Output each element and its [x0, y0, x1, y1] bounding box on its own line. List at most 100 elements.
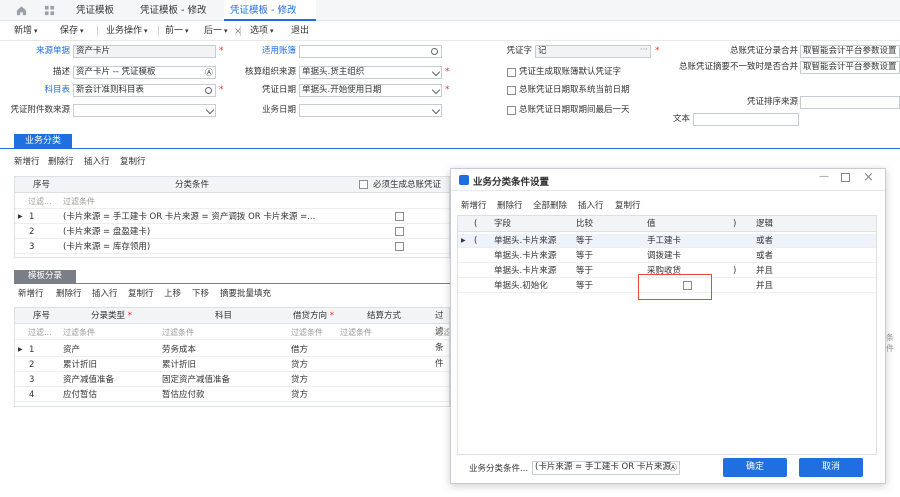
s1-insert-row-button[interactable]: 插入行 — [84, 155, 110, 169]
filter-row: 过滤... 过滤条件 过滤条件 过滤条件 过滤条件 过滤条件 — [15, 326, 449, 340]
source-field[interactable]: 资产卡片 — [73, 45, 216, 58]
table-row[interactable]: 3 资产减值准备 固定资产减值准备 贷方 — [15, 373, 449, 387]
chevron-down-icon[interactable] — [431, 85, 441, 95]
s2-delete-row-button[interactable]: 删除行 — [56, 287, 82, 301]
s1-delete-row-button[interactable]: 删除行 — [48, 155, 74, 169]
voucher-date-select[interactable]: 单据头.开始使用日期 — [299, 84, 442, 97]
row-value: 手工建卡 — [647, 236, 682, 246]
default-voucher-word-checkbox[interactable] — [507, 68, 516, 77]
dlg-delete-all-button[interactable]: 全部删除 — [533, 199, 567, 213]
row-rparen: ) — [733, 266, 737, 276]
new-button[interactable]: 新增 ▾ — [14, 21, 38, 41]
table-row[interactable]: 2 累计折旧 累计折旧 贷方 — [15, 358, 449, 372]
gl-merge-select[interactable]: 取智能会计平台参数设置 — [800, 45, 900, 58]
confirm-button[interactable]: 确定 — [723, 458, 787, 477]
business-ops-button[interactable]: 业务操作 ▾ — [106, 21, 148, 41]
chevron-down-icon[interactable] — [431, 67, 441, 77]
business-date-select[interactable] — [299, 104, 442, 117]
filter-cond[interactable]: 过滤条件 — [63, 195, 95, 208]
dlg-delete-row-button[interactable]: 删除行 — [497, 199, 523, 213]
chevron-down-icon[interactable] — [205, 105, 215, 115]
table-row[interactable]: 4 应付暂估 暂估应付款 贷方 — [15, 388, 449, 402]
search-icon[interactable] — [205, 87, 212, 94]
prev-button[interactable]: 前一 ▾ — [165, 21, 189, 41]
voucher-word-label: 凭证字 — [506, 46, 532, 56]
filter-settle[interactable]: 过滤条件 — [340, 326, 372, 339]
next-button[interactable]: 后一 ▾ — [204, 21, 228, 41]
table-row[interactable]: 单据头.卡片来源 等于 调拨建卡 或者 — [458, 249, 876, 263]
table-row[interactable]: ▶ ( 单据头.卡片来源 等于 手工建卡 或者 — [458, 234, 876, 248]
row-seq: 4 — [29, 390, 35, 400]
voucher-word-field[interactable]: 记 ··· — [535, 45, 651, 58]
exit-button[interactable]: 退出 — [291, 21, 309, 41]
row-seq: 1 — [29, 212, 35, 222]
multilang-icon[interactable]: Ⓐ — [205, 67, 213, 78]
filter-dir[interactable]: 过滤条件 — [291, 326, 323, 339]
footer-condition-value: (卡片来源 = 手工建卡 OR 卡片来源 — [535, 462, 671, 472]
filter-subject[interactable]: 过滤条件 — [162, 326, 194, 339]
dlg-add-row-button[interactable]: 新增行 — [461, 199, 487, 213]
period-last-day-checkbox[interactable] — [507, 106, 516, 115]
footer-condition-field[interactable]: (卡片来源 = 手工建卡 OR 卡片来源 Ⓐ — [532, 461, 680, 475]
row-must-checkbox[interactable] — [395, 242, 404, 251]
filter-seq[interactable]: 过滤... — [28, 326, 52, 339]
template-entries-tab[interactable]: 模板分录 — [14, 270, 76, 283]
close-icon[interactable]: × — [863, 170, 874, 185]
move-down-button[interactable]: 下移 — [192, 287, 209, 301]
dlg-copy-row-button[interactable]: 复制行 — [615, 199, 641, 213]
acct-org-select[interactable]: 单据头.货主组织 — [299, 66, 442, 79]
filter-type[interactable]: 过滤条件 — [63, 326, 95, 339]
maximize-icon[interactable] — [841, 173, 850, 182]
filter-seq[interactable]: 过滤... — [28, 195, 52, 208]
table-row[interactable]: 3 (卡片来源 = 库存领用) — [15, 240, 449, 254]
batch-fill-summary-button[interactable]: 摘要批量填充 — [220, 287, 271, 301]
gl-diff-select[interactable]: 取智能会计平台参数设置 — [800, 61, 900, 74]
save-button[interactable]: 保存 ▾ — [60, 21, 84, 41]
overflow-filter-text: 条件 — [886, 333, 894, 353]
description-value: 资产卡片 -- 凭证模板 — [76, 67, 156, 77]
s1-add-row-button[interactable]: 新增行 — [14, 155, 40, 169]
sort-source-field[interactable] — [800, 96, 900, 109]
s1-copy-row-button[interactable]: 复制行 — [120, 155, 146, 169]
chevron-down-icon[interactable] — [431, 105, 441, 115]
tab-voucher-template-edit-2[interactable]: 凭证模板 - 修改 × — [224, 0, 316, 37]
row-seq: 2 — [29, 227, 35, 237]
row-dir: 贷方 — [291, 375, 309, 385]
dlg-insert-row-button[interactable]: 插入行 — [578, 199, 604, 213]
required-mark: * — [445, 67, 450, 77]
text-field[interactable] — [693, 113, 799, 126]
description-field[interactable]: 资产卡片 -- 凭证模板 Ⓐ — [73, 66, 216, 79]
system-date-checkbox[interactable] — [507, 86, 516, 95]
home-icon[interactable] — [16, 5, 27, 16]
row-must-checkbox[interactable] — [395, 212, 404, 221]
business-class-tab[interactable]: 业务分类 — [14, 134, 72, 149]
row-logic: 并且 — [756, 281, 774, 291]
options-button[interactable]: 选项 ▾ — [250, 21, 274, 41]
multilang-icon[interactable]: Ⓐ — [669, 462, 677, 473]
table-row[interactable]: ▶ 1 资产 劳务成本 借方 — [15, 343, 449, 357]
row-must-checkbox[interactable] — [395, 227, 404, 236]
grid-header: 序号 分录类型 * 科目 借贷方向 * 结算方式 过滤条件 — [15, 308, 449, 369]
grid-icon[interactable] — [44, 5, 55, 16]
s2-add-row-button[interactable]: 新增行 — [18, 287, 44, 301]
business-class-grid: 序号 分类条件 必须生成总账凭证 过滤... 过滤条件 ▶ 1 (卡片来源 = … — [14, 176, 450, 258]
apply-book-field[interactable] — [299, 45, 442, 58]
must-gl-checkbox[interactable] — [359, 180, 368, 189]
minimize-icon[interactable]: — — [819, 171, 829, 182]
cancel-button[interactable]: 取消 — [799, 458, 863, 477]
subject-table-value: 新会计准则科目表 — [76, 85, 145, 95]
s2-copy-row-button[interactable]: 复制行 — [128, 287, 154, 301]
subject-table-field[interactable]: 新会计准则科目表 — [73, 84, 216, 97]
section-divider — [14, 283, 450, 284]
row-subject: 累计折旧 — [162, 360, 197, 370]
more-icon[interactable]: ··· — [640, 46, 648, 56]
s2-insert-row-button[interactable]: 插入行 — [92, 287, 118, 301]
tab-voucher-template-edit-1[interactable]: 凭证模板 - 修改 — [134, 0, 212, 21]
tab-voucher-template[interactable]: 凭证模板 — [70, 0, 120, 21]
move-up-button[interactable]: 上移 — [164, 287, 181, 301]
filter-filter[interactable]: 过滤条件 — [435, 326, 449, 339]
table-row[interactable]: 2 (卡片来源 = 盘盈建卡) — [15, 225, 449, 239]
search-icon[interactable] — [431, 48, 438, 55]
attachment-source-select[interactable] — [73, 104, 216, 117]
table-row[interactable]: ▶ 1 (卡片来源 = 手工建卡 OR 卡片来源 = 资产调拨 OR 卡片来源 … — [15, 210, 449, 224]
